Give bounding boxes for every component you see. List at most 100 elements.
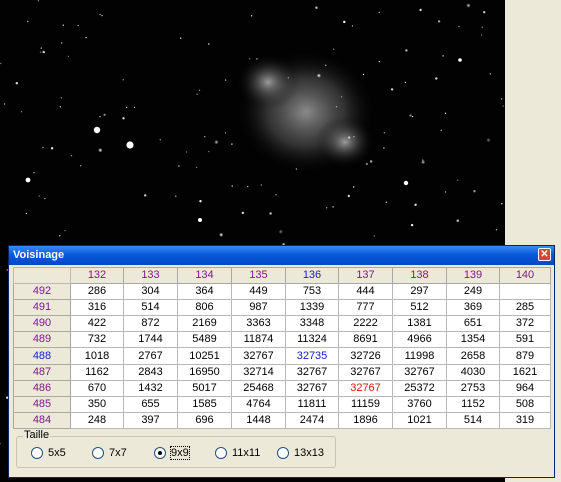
radio-icon[interactable] — [215, 447, 227, 459]
row-header: 491 — [13, 299, 71, 317]
table-cell: 1162 — [70, 363, 124, 381]
radio-icon[interactable] — [277, 447, 289, 459]
star-mark — [457, 179, 459, 181]
table-cell: 350 — [70, 395, 124, 413]
close-button[interactable]: ✕ — [538, 248, 551, 261]
table-row: 491 316 514 806 987 1339 777 512 369 285 — [13, 299, 551, 317]
taille-option-label: 11x11 — [232, 447, 261, 459]
star-mark — [347, 136, 351, 139]
star-mark — [410, 223, 414, 227]
star-mark — [383, 147, 385, 149]
table-cell: 987 — [231, 299, 286, 317]
table-cell: 319 — [499, 411, 551, 430]
star-mark — [247, 185, 249, 188]
table-cell: 25468 — [231, 379, 286, 397]
radio-icon[interactable] — [31, 447, 43, 459]
table-cell: 514 — [446, 411, 500, 430]
star-mark — [440, 129, 442, 132]
bright-star-mark — [93, 126, 101, 134]
table-cell: 397 — [123, 411, 178, 430]
row-header: 484 — [13, 411, 71, 430]
star-mark — [219, 232, 224, 237]
table-cell: 1448 — [231, 411, 286, 430]
star-mark — [122, 79, 124, 81]
table-cell: 1381 — [392, 315, 447, 333]
table-cell: 1432 — [123, 379, 178, 397]
radio-dot-icon — [158, 451, 162, 455]
star-mark — [419, 8, 422, 12]
column-header: 140 — [499, 266, 551, 285]
table-cell: 1021 — [392, 411, 447, 430]
table-cell: 5489 — [177, 331, 232, 349]
column-header: 136 — [285, 266, 339, 285]
star-mark — [404, 81, 407, 84]
star-mark — [332, 206, 334, 208]
table-row: 488 1018 2767 10251 32767 32735 32726 11998 2658… — [13, 347, 551, 365]
table-cell: 696 — [177, 411, 232, 430]
table-corner — [13, 266, 71, 285]
table-row: 489 732 1744 5489 11874 11324 8691 4966 1354 591 — [13, 331, 551, 349]
star-mark — [409, 114, 412, 117]
table-cell: 3348 — [285, 315, 339, 333]
star-mark — [481, 26, 483, 28]
radio-icon[interactable] — [154, 447, 166, 459]
table-cell: 2658 — [446, 347, 500, 365]
star-mark — [231, 185, 233, 187]
star-mark — [196, 93, 198, 96]
table-cell: 8691 — [338, 331, 393, 349]
star-mark — [385, 201, 387, 203]
table-cell: 4764 — [231, 395, 286, 413]
star-mark — [390, 88, 394, 91]
row-header: 486 — [13, 379, 71, 397]
table-cell: 879 — [499, 347, 551, 365]
star-mark — [159, 139, 161, 141]
table-cell: 304 — [123, 283, 178, 301]
star-mark — [316, 73, 322, 78]
star-mark — [405, 49, 408, 52]
star-mark — [199, 200, 202, 203]
table-cell: 655 — [123, 395, 178, 413]
star-mark — [325, 207, 328, 209]
table-row: 487 1162 2843 16950 32714 32767 32767 32767 4030… — [13, 363, 551, 381]
star-mark — [61, 42, 63, 44]
table-cell: 732 — [70, 331, 124, 349]
table-cell: 4030 — [446, 363, 500, 381]
table-row: 484 248 397 696 1448 2474 1896 1021 514 319 — [13, 411, 551, 430]
star-mark — [224, 79, 227, 81]
star-mark — [224, 132, 227, 134]
star-mark — [420, 159, 426, 165]
star-mark — [175, 195, 177, 197]
star-mark — [383, 132, 386, 134]
table-cell: 2169 — [177, 315, 232, 333]
star-mark — [260, 184, 263, 186]
table-cell: 2753 — [446, 379, 500, 397]
star-mark — [414, 203, 417, 206]
table-cell: 11324 — [285, 331, 339, 349]
star-mark — [365, 162, 369, 166]
star-mark — [502, 105, 504, 107]
star-mark — [315, 6, 318, 9]
star-mark — [473, 190, 476, 193]
star-mark — [353, 186, 355, 188]
row-header: 489 — [13, 331, 71, 349]
table-cell: 16950 — [177, 363, 232, 381]
neighborhood-table: 132 133 134 135 136 137 138 139 140 492 286 304 364 4… — [13, 266, 551, 430]
star-mark — [185, 151, 188, 153]
table-cell: 1018 — [70, 347, 124, 365]
table-cell: 32726 — [338, 347, 393, 365]
star-mark — [458, 25, 460, 28]
radio-icon[interactable] — [92, 447, 104, 459]
close-icon: ✕ — [540, 249, 549, 260]
star-mark — [231, 143, 233, 145]
star-mark — [85, 36, 87, 39]
window-title: Voisinage — [13, 249, 65, 261]
star-mark — [495, 229, 498, 231]
bright-star-mark — [25, 177, 31, 183]
star-mark — [25, 212, 28, 215]
table-cell: 248 — [70, 411, 124, 430]
table-cell: 285 — [499, 299, 551, 317]
table-cell: 32767 — [285, 363, 339, 381]
title-bar[interactable]: Voisinage ✕ — [9, 246, 554, 265]
table-cell: 514 — [123, 299, 178, 317]
column-header: 138 — [392, 266, 447, 285]
